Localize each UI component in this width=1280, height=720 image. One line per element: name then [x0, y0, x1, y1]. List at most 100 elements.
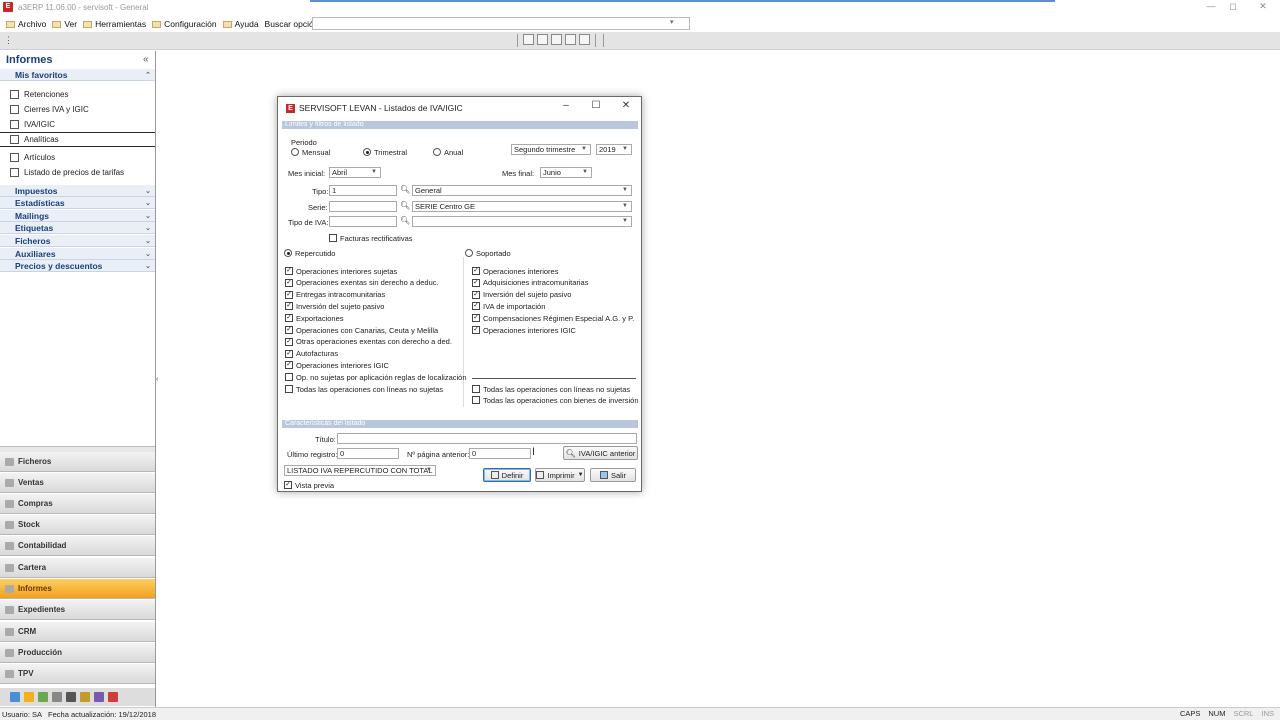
side-splitter-icon[interactable]: ‹ [156, 376, 158, 383]
tipo-desc-select[interactable]: General ▼ [412, 185, 632, 196]
module-ventas[interactable]: Ventas [0, 473, 155, 493]
periodo-trimestral-radio[interactable]: Trimestral [363, 146, 407, 158]
window-save-icon[interactable] [565, 34, 576, 45]
star-icon[interactable] [24, 692, 34, 702]
module-expedientes[interactable]: Expedientes [0, 600, 155, 620]
sop-option-checkbox[interactable]: ✓ Inversión del sujeto pasivo [472, 289, 571, 301]
mes-final-select[interactable]: Junio ▼ [540, 167, 592, 178]
search-icon[interactable]: 🔍︎ [400, 201, 410, 210]
rep-option-checkbox[interactable]: ✓ Exportaciones [285, 312, 344, 324]
menu-configuracion[interactable]: Configuración [152, 19, 217, 29]
collapse-panel-icon[interactable]: « [143, 54, 149, 65]
serie-input[interactable] [329, 201, 397, 212]
document-icon[interactable] [52, 692, 62, 702]
menu-ver[interactable]: Ver [52, 19, 77, 29]
periodo-mensual-radio[interactable]: Mensual [291, 146, 330, 158]
close-window-button[interactable]: ✕ [1248, 0, 1278, 14]
rep-option-checkbox[interactable]: ✓ Operaciones interiores sujetas [285, 265, 397, 277]
imprimir-button[interactable]: Imprimir ▼ [535, 468, 585, 482]
rep-option-checkbox[interactable]: ✓ Autofacturas [285, 348, 338, 360]
group-precios-descuentos[interactable]: Precios y descuentos ⌄ [0, 260, 155, 272]
favorite-item[interactable]: Retenciones [0, 87, 155, 102]
group-mis-favoritos[interactable]: Mis favoritos ⌃ [0, 69, 155, 81]
ultimo-registro-input[interactable]: 0 [337, 448, 399, 459]
module-ficheros[interactable]: Ficheros [0, 452, 155, 472]
calculator-icon[interactable] [66, 692, 76, 702]
module-compras[interactable]: Compras [0, 494, 155, 514]
window-minimize-all-icon[interactable] [579, 34, 590, 45]
iva-igic-anterior-button[interactable]: 🔍︎ IVA/IGIC anterior [563, 446, 638, 460]
group-auxiliares[interactable]: Auxiliares ⌄ [0, 248, 155, 260]
rep-option-checkbox[interactable]: Op. no sujetas por aplicación reglas de … [285, 371, 467, 383]
sop-option-checkbox[interactable]: ✓ Adquisiciones intracomunitarias [472, 277, 588, 289]
module-informes[interactable]: Informes [0, 579, 155, 599]
group-impuestos[interactable]: Impuestos ⌄ [0, 185, 155, 197]
favorite-item[interactable]: Artículos [0, 150, 155, 165]
menu-herramientas[interactable]: Herramientas [83, 19, 146, 29]
tipo-iva-input[interactable] [329, 216, 397, 227]
chevron-down-icon: ▼ [622, 218, 628, 224]
window-cascade-icon[interactable] [537, 34, 548, 45]
definir-button[interactable]: Definir [483, 468, 531, 482]
si-icon[interactable] [108, 692, 118, 702]
window-tile-icon[interactable] [523, 34, 534, 45]
trimestre-select[interactable]: Segundo trimestre ▼ [511, 144, 591, 155]
search-option-input[interactable] [312, 17, 690, 30]
vista-previa-checkbox[interactable]: ✓ Vista previa [284, 479, 334, 491]
dialog-close-button[interactable]: ✕ [617, 100, 635, 114]
group-estadisticas[interactable]: Estadísticas ⌄ [0, 197, 155, 209]
soportado-radio[interactable]: Soportado [465, 247, 511, 259]
search-icon[interactable]: 🔍︎ [400, 185, 410, 194]
dialog-maximize-button[interactable]: ☐ [587, 100, 605, 114]
rep-option-checkbox[interactable]: ✓ Operaciones interiores IGIC [285, 359, 389, 371]
mes-inicial-select[interactable]: Abril ▼ [329, 167, 381, 178]
facturas-rectificativas-checkbox[interactable]: Facturas rectificativas [329, 232, 413, 244]
listado-type-select[interactable]: LISTADO IVA REPERCUTIDO CON TOTAL F. ▼ [284, 465, 436, 476]
year-select[interactable]: 2019 ▼ [596, 144, 632, 155]
chevron-down-icon: ▼ [582, 169, 588, 175]
group-mailings[interactable]: Mailings ⌄ [0, 210, 155, 222]
dialog-minimize-button[interactable]: – [557, 100, 575, 114]
module-crm[interactable]: CRM [0, 622, 155, 642]
serie-desc-select[interactable]: SERIE Centro GE ▼ [412, 201, 632, 212]
refresh-icon[interactable] [38, 692, 48, 702]
tipo-iva-desc-select[interactable]: ▼ [412, 216, 632, 227]
module-stock[interactable]: Stock [0, 515, 155, 535]
favorite-item-selected[interactable]: Analíticas [0, 132, 155, 147]
rep-option-checkbox[interactable]: ✓ Operaciones exentas sin derecho a deduc… [285, 277, 439, 289]
maximize-button[interactable]: ◻ [1218, 0, 1248, 14]
chevron-down-icon[interactable]: ▾ [670, 18, 674, 26]
module-contabilidad[interactable]: Contabilidad [0, 536, 155, 556]
group-etiquetas[interactable]: Etiquetas ⌄ [0, 222, 155, 234]
rep-option-checkbox[interactable]: ✓ Otras operaciones exentas con derecho a… [285, 336, 452, 348]
tools-icon[interactable] [80, 692, 90, 702]
favorite-item[interactable]: IVA/IGIC [0, 117, 155, 132]
sop-option-checkbox[interactable]: ✓ Operaciones interiores IGIC [472, 324, 576, 336]
pen-icon[interactable] [94, 692, 104, 702]
window-horizontal-icon[interactable] [551, 34, 562, 45]
salir-button[interactable]: Salir [590, 468, 636, 482]
module-produccion[interactable]: Producción [0, 643, 155, 663]
repercutido-radio[interactable]: Repercutido [284, 247, 335, 259]
tipo-input[interactable]: 1 [329, 185, 397, 196]
favorite-item[interactable]: Listado de precios de tarifas [0, 165, 155, 180]
sop-option-checkbox[interactable]: ✓ Operaciones interiores [472, 265, 558, 277]
periodo-anual-radio[interactable]: Anual [433, 146, 463, 158]
titulo-input[interactable] [337, 433, 637, 444]
rep-option-checkbox[interactable]: ✓ Operaciones con Canarias, Ceuta y Melil… [285, 324, 438, 336]
search-icon[interactable]: 🔍︎ [400, 216, 410, 225]
rep-option-checkbox[interactable]: ✓ Entregas intracomunitarias [285, 289, 385, 301]
sop-option-checkbox[interactable]: ✓ Compensaciones Régimen Especial A.G. y … [472, 312, 634, 324]
module-tpv[interactable]: TPV [0, 664, 155, 684]
grid-icon[interactable] [10, 692, 20, 702]
rep-option-checkbox[interactable]: ✓ Inversión del sujeto pasivo [285, 300, 384, 312]
module-cartera[interactable]: Cartera [0, 558, 155, 578]
rep-todas-no-sujetas-checkbox[interactable]: Todas las operaciones con líneas no suje… [285, 383, 443, 395]
menu-ayuda[interactable]: Ayuda [222, 19, 259, 29]
favorite-item[interactable]: Cierres IVA y IGIC [0, 102, 155, 117]
sop-todas-bienes-checkbox[interactable]: Todas las operaciones con bienes de inve… [472, 394, 639, 406]
group-ficheros[interactable]: Ficheros ⌄ [0, 235, 155, 247]
pagina-anterior-input[interactable]: 0 [469, 448, 531, 459]
sop-option-checkbox[interactable]: ✓ IVA de importación [472, 300, 545, 312]
menu-archivo[interactable]: Archivo [6, 19, 46, 29]
